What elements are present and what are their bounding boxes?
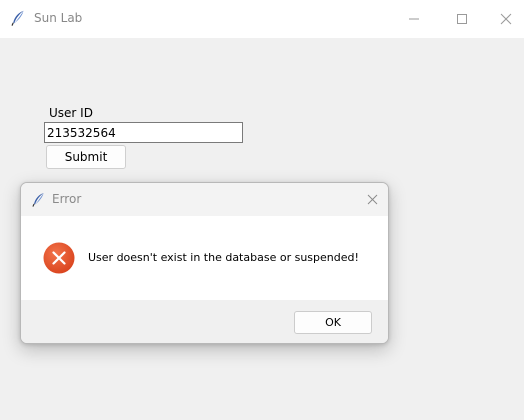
dialog-body: User doesn't exist in the database or su…	[21, 216, 388, 300]
window-title: Sun Lab	[34, 11, 83, 25]
userid-label: User ID	[49, 106, 93, 120]
dialog-footer: OK	[21, 300, 388, 343]
feather-icon	[11, 10, 25, 26]
dialog-title: Error	[52, 192, 82, 206]
feather-icon	[32, 192, 45, 207]
minimize-button[interactable]	[392, 0, 436, 38]
submit-button[interactable]: Submit	[46, 145, 126, 169]
userid-input[interactable]	[44, 122, 243, 143]
ok-button[interactable]: OK	[294, 311, 372, 334]
dialog-title-bar[interactable]: Error	[21, 183, 388, 216]
close-icon	[367, 194, 377, 205]
maximize-button[interactable]	[440, 0, 484, 38]
close-button[interactable]	[484, 0, 524, 38]
maximize-icon	[457, 14, 467, 24]
title-bar[interactable]: Sun Lab	[0, 0, 524, 38]
minimize-icon	[409, 18, 419, 20]
app-window: Sun Lab User ID Submit	[0, 0, 524, 420]
dialog-close-button[interactable]	[355, 183, 388, 216]
error-dialog: Error User doesn't exist in the database…	[20, 182, 389, 344]
error-icon	[43, 242, 75, 274]
close-icon	[500, 13, 512, 25]
error-message: User doesn't exist in the database or su…	[88, 251, 359, 264]
